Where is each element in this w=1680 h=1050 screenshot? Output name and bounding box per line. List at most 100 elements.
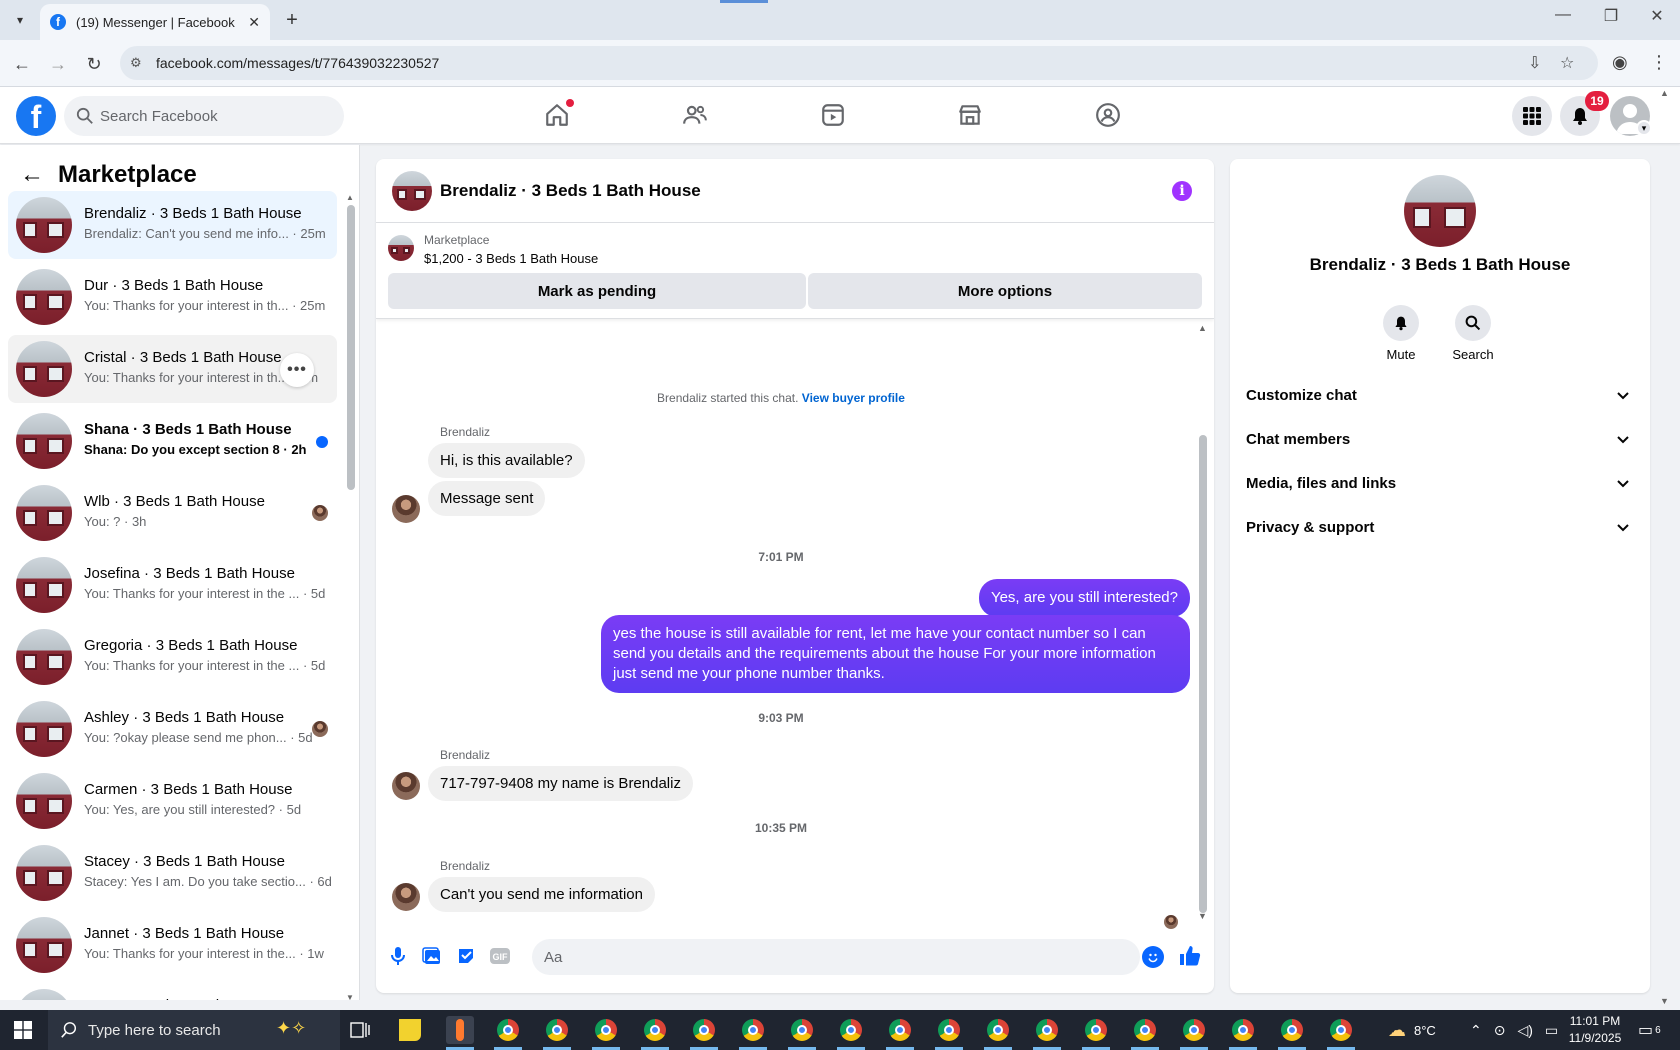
incoming-message[interactable]: Message sent [428,481,546,516]
chrome-window-icon[interactable] [984,1016,1012,1044]
emoji-icon[interactable] [1142,946,1164,968]
conversation-item[interactable]: Dur · 3 Beds 1 Bath House You: Thanks for… [8,263,337,331]
new-tab-icon[interactable]: + [280,8,304,32]
chrome-window-icon[interactable] [1229,1016,1257,1044]
mark-as-pending-button[interactable]: Mark as pending [388,273,806,309]
more-options-button[interactable]: More options [808,273,1202,309]
close-window-icon[interactable]: ✕ [1642,6,1672,26]
site-info-icon[interactable]: ⚙ [130,55,142,71]
volume-icon[interactable]: ◁) [1517,1022,1532,1039]
conversation-item[interactable]: Love · 3 Beds 1 Bath House [8,983,337,1000]
network-icon[interactable]: ▭ [1545,1022,1558,1039]
incoming-message[interactable]: Can't you send me information [428,877,655,912]
chrome-window-icon[interactable] [837,1016,865,1044]
minimize-icon[interactable]: — [1548,6,1578,24]
action-center-icon[interactable]: ▭ 6 [1638,1010,1661,1050]
chrome-window-icon[interactable] [935,1016,963,1044]
install-app-icon[interactable]: ⇩ [1528,53,1541,73]
tray-chevron-up-icon[interactable]: ⌃ [1470,1022,1482,1039]
reload-icon[interactable]: ↻ [81,51,107,77]
conversation-item[interactable]: Josefina · 3 Beds 1 Bath House You: Thank… [8,551,337,619]
url-field[interactable]: ⚙ facebook.com/messages/t/77643903223052… [120,46,1598,80]
thread-scroll-up-icon[interactable]: ▲ [1198,323,1207,333]
browser-menu-icon[interactable]: ⋮ [1650,52,1668,73]
chrome-window-icon[interactable] [1033,1016,1061,1044]
outgoing-message[interactable]: Yes, are you still interested? [978,579,1190,617]
listing-price[interactable]: $1,200 - 3 Beds 1 Bath House [424,251,598,266]
outgoing-message[interactable]: yes the house is still available for ren… [601,615,1190,693]
like-thumb-icon[interactable] [1178,944,1202,968]
list-scrollbar[interactable] [347,205,355,490]
incoming-message[interactable]: Hi, is this available? [428,443,585,478]
chrome-window-icon[interactable] [788,1016,816,1044]
sender-avatar[interactable] [392,495,420,523]
customize-chat-row[interactable]: Customize chat [1246,373,1634,417]
conversation-item[interactable]: Wlb · 3 Beds 1 Bath House You: ? · 3h [8,479,337,547]
back-icon[interactable]: ← [9,51,35,77]
taskbar-search-input[interactable]: Type here to search ✦✧ [48,1010,340,1050]
chat-avatar[interactable] [392,171,432,211]
more-options-icon[interactable]: ••• [280,353,314,387]
incoming-message[interactable]: 717-797-9408 my name is Brendaliz [428,766,693,801]
paint-app-icon[interactable] [446,1016,474,1044]
chrome-window-icon[interactable] [641,1016,669,1044]
search-in-conversation-button[interactable]: Search [1443,305,1503,362]
scroll-down-icon[interactable]: ▼ [346,993,354,1000]
chat-title[interactable]: Brendaliz · 3 Beds 1 Bath House [440,181,701,201]
conversation-item[interactable]: Ashley · 3 Beds 1 Bath House You: ?okay p… [8,695,337,763]
tab-search-chevron-icon[interactable]: ▾ [8,8,32,32]
meet-now-icon[interactable]: ⊙ [1494,1022,1506,1039]
conversation-item[interactable]: Shana · 3 Beds 1 Bath House Shana: Do you… [8,407,337,475]
chrome-window-icon[interactable] [886,1016,914,1044]
conversation-item[interactable]: Brendaliz · 3 Beds 1 Bath House Brendaliz… [8,191,337,259]
task-view-icon[interactable] [346,1016,374,1044]
chrome-window-icon[interactable] [1278,1016,1306,1044]
chrome-window-icon[interactable] [1131,1016,1159,1044]
account-chevron-down-icon[interactable]: ▾ [1636,120,1652,136]
info-icon[interactable]: i [1172,181,1192,201]
tab-close-icon[interactable]: ✕ [248,14,260,31]
gif-icon[interactable]: GIF [488,944,512,968]
video-icon[interactable] [817,99,849,131]
chrome-window-icon[interactable] [1327,1016,1355,1044]
facebook-search-input[interactable]: Search Facebook [64,96,344,136]
facebook-logo-icon[interactable]: f [16,96,56,136]
page-scroll-up-icon[interactable]: ▲ [1660,88,1669,98]
conversation-item[interactable]: Cristal · 3 Beds 1 Bath House You: Thanks… [8,335,337,403]
browser-tab-messenger[interactable]: f (19) Messenger | Facebook ✕ [40,4,270,40]
chrome-window-icon[interactable] [1180,1016,1208,1044]
privacy-support-row[interactable]: Privacy & support [1246,505,1634,549]
page-scroll-down-icon[interactable]: ▼ [1660,996,1669,1006]
conversation-item[interactable]: Carmen · 3 Beds 1 Bath House You: Yes, ar… [8,767,337,835]
conversation-item[interactable]: Gregoria · 3 Beds 1 Bath House You: Thank… [8,623,337,691]
chat-members-row[interactable]: Chat members [1246,417,1634,461]
microphone-icon[interactable] [386,944,410,968]
sender-avatar[interactable] [392,883,420,911]
chrome-window-icon[interactable] [592,1016,620,1044]
photo-icon[interactable] [420,944,444,968]
media-files-links-row[interactable]: Media, files and links [1246,461,1634,505]
chrome-window-icon[interactable] [543,1016,571,1044]
chrome-window-icon[interactable] [1082,1016,1110,1044]
message-input[interactable]: Aa [532,939,1140,975]
mute-button[interactable]: Mute [1371,305,1431,362]
sender-avatar[interactable] [392,772,420,800]
windows-start-icon[interactable] [14,1021,32,1039]
restore-icon[interactable]: ❐ [1596,6,1626,26]
listing-thumbnail[interactable] [388,235,414,261]
chrome-window-icon[interactable] [739,1016,767,1044]
profile-icon[interactable]: ◉ [1612,52,1628,73]
back-arrow-icon[interactable]: ← [20,161,44,189]
info-avatar[interactable] [1404,175,1476,247]
scroll-up-icon[interactable]: ▲ [346,193,354,202]
conversation-item[interactable]: Jannet · 3 Beds 1 Bath House You: Thanks … [8,911,337,979]
groups-icon[interactable] [1092,99,1124,131]
bookmark-star-icon[interactable]: ☆ [1560,53,1574,73]
thread-scroll-down-icon[interactable]: ▼ [1198,911,1207,921]
sticker-icon[interactable] [454,944,478,968]
sticky-notes-icon[interactable] [396,1016,424,1044]
friends-icon[interactable] [679,99,711,131]
chrome-window-icon[interactable] [494,1016,522,1044]
thread-scrollbar[interactable] [1199,435,1207,913]
system-clock[interactable]: 11:01 PM 11/9/2025 [1560,1013,1630,1047]
